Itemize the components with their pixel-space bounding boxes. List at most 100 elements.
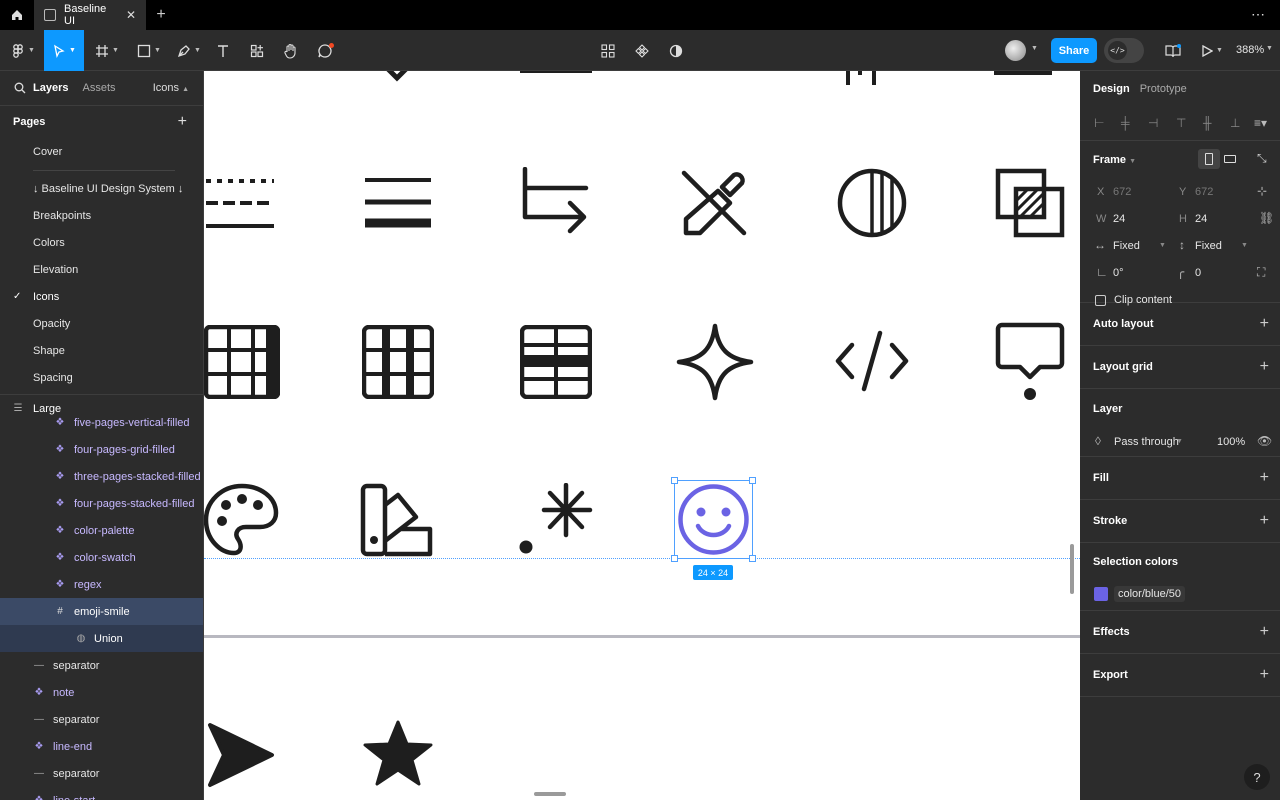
pencil-off-icon[interactable]: [678, 167, 750, 239]
add-stroke-icon[interactable]: +: [1260, 512, 1269, 530]
sparkle-icon[interactable]: [676, 323, 754, 401]
layer-item[interactable]: — separator: [0, 760, 203, 787]
share-button[interactable]: Share: [1051, 38, 1097, 63]
partial-table-icon[interactable]: [844, 71, 878, 87]
close-tab-icon[interactable]: ✕: [126, 8, 136, 22]
circle-half-stripes-icon[interactable]: [836, 167, 908, 239]
width-input[interactable]: 24: [1113, 213, 1125, 225]
menu-lines-icon[interactable]: [362, 168, 434, 232]
align-vertical-center-icon[interactable]: ╫: [1203, 116, 1212, 130]
partial-device-icon[interactable]: [988, 71, 1058, 81]
layers-overlap-icon[interactable]: [994, 167, 1066, 239]
color-style-name[interactable]: color/blue/50: [1114, 586, 1185, 602]
resize-handle[interactable]: [749, 555, 756, 562]
new-tab-button[interactable]: +: [146, 6, 176, 24]
align-bottom-icon[interactable]: ⊥: [1230, 116, 1240, 130]
home-button[interactable]: [0, 0, 34, 30]
constrain-proportions-icon[interactable]: ⛓: [1259, 211, 1274, 225]
more-options-icon[interactable]: ⋯: [1251, 6, 1266, 23]
align-right-icon[interactable]: ⊣: [1148, 116, 1158, 130]
code-brackets-icon[interactable]: [834, 329, 910, 393]
search-icon[interactable]: [14, 82, 26, 94]
layer-item[interactable]: — separator: [0, 652, 203, 679]
align-horizontal-center-icon[interactable]: ╪: [1121, 116, 1130, 130]
zoom-chevron-down-icon[interactable]: ▼: [1266, 45, 1273, 52]
arrow-return-right-icon[interactable]: [520, 167, 592, 241]
vertical-sizing-dropdown[interactable]: Fixed: [1195, 240, 1222, 252]
text-tool-button[interactable]: [212, 30, 234, 71]
layer-item[interactable]: ❖ four-pages-stacked-filled: [0, 490, 203, 517]
x-input[interactable]: 672: [1113, 186, 1131, 198]
resize-handle[interactable]: [671, 477, 678, 484]
selection-box[interactable]: [671, 477, 756, 562]
pen-tool-button[interactable]: ▼: [174, 30, 204, 71]
separator-dashed-icon[interactable]: [204, 168, 276, 232]
add-layout-grid-icon[interactable]: +: [1260, 358, 1269, 376]
move-tool-button[interactable]: ▼: [44, 30, 84, 71]
line-end-arrow-icon[interactable]: [204, 719, 276, 791]
page-item-breakpoints[interactable]: Breakpoints: [0, 202, 203, 229]
library-button[interactable]: [1162, 30, 1184, 71]
align-top-icon[interactable]: ⊤: [1176, 116, 1186, 130]
create-component-button[interactable]: [598, 30, 618, 71]
resize-to-fit-icon[interactable]: ⤡: [1257, 151, 1267, 166]
zoom-level[interactable]: 388%: [1236, 44, 1264, 56]
diamond-arrow-icon[interactable]: [382, 71, 412, 87]
page-item-shape[interactable]: Shape: [0, 337, 203, 364]
layer-item[interactable]: ❖ four-pages-grid-filled: [0, 436, 203, 463]
absolute-position-icon[interactable]: ⊹: [1257, 184, 1267, 198]
page-item-icons[interactable]: ✓ Icons: [0, 283, 203, 310]
color-swatch[interactable]: [1094, 587, 1108, 601]
grid-columns-filled-icon[interactable]: [362, 325, 434, 399]
page-item-cover[interactable]: Cover: [0, 138, 203, 165]
table-rows-filled-icon[interactable]: [520, 325, 592, 399]
y-input[interactable]: 672: [1195, 186, 1213, 198]
page-item-colors[interactable]: Colors: [0, 229, 203, 256]
layer-item[interactable]: ❖ line-start: [0, 787, 203, 800]
opacity-input[interactable]: 100%: [1217, 436, 1245, 448]
frame-tool-button[interactable]: ▼: [92, 30, 122, 71]
page-item-design-system[interactable]: ↓ Baseline UI Design System ↓: [0, 175, 203, 202]
star-filled-icon[interactable]: [362, 719, 434, 789]
page-item-opacity[interactable]: Opacity: [0, 310, 203, 337]
layer-item[interactable]: ❖ regex: [0, 571, 203, 598]
color-swatch-icon[interactable]: [360, 483, 434, 557]
height-input[interactable]: 24: [1195, 213, 1207, 225]
distribute-icon[interactable]: ≡▾: [1254, 116, 1267, 130]
note-comment-icon[interactable]: [994, 321, 1066, 403]
page-item-elevation[interactable]: Elevation: [0, 256, 203, 283]
horizontal-sizing-dropdown[interactable]: Fixed: [1113, 240, 1140, 252]
landscape-icon[interactable]: [1224, 155, 1236, 163]
layer-item[interactable]: ❖ three-pages-stacked-filled: [0, 463, 203, 490]
avatar-chevron-down-icon[interactable]: ▼: [1031, 45, 1038, 52]
shape-tool-button[interactable]: ▼: [134, 30, 164, 71]
main-menu-button[interactable]: ▼: [6, 30, 40, 71]
user-avatar[interactable]: [1005, 40, 1026, 61]
help-button[interactable]: ?: [1244, 764, 1270, 790]
corner-radius-input[interactable]: 0: [1195, 267, 1201, 279]
tab-prototype[interactable]: Prototype: [1140, 83, 1187, 95]
vertical-scrollbar[interactable]: [1070, 544, 1074, 594]
horizontal-scrollbar[interactable]: [534, 792, 566, 796]
tab-assets[interactable]: Assets: [82, 82, 115, 94]
page-item-spacing[interactable]: Spacing: [0, 364, 203, 391]
rotation-input[interactable]: 0°: [1113, 267, 1124, 279]
eye-icon[interactable]: 👁: [1257, 434, 1272, 448]
layer-item[interactable]: ❖ color-palette: [0, 517, 203, 544]
layer-item[interactable]: — separator: [0, 706, 203, 733]
layer-item[interactable]: ❖ color-swatch: [0, 544, 203, 571]
partial-line-icon[interactable]: [520, 71, 592, 73]
regex-icon[interactable]: [516, 483, 594, 557]
add-effect-icon[interactable]: +: [1260, 623, 1269, 641]
layer-item[interactable]: ❖ note: [0, 679, 203, 706]
resize-handle[interactable]: [671, 555, 678, 562]
layer-item-selected[interactable]: # emoji-smile: [0, 598, 203, 625]
dev-mode-toggle[interactable]: </>: [1104, 38, 1144, 63]
component-button[interactable]: [632, 30, 652, 71]
add-page-icon[interactable]: +: [178, 113, 187, 131]
file-tab[interactable]: Baseline UI ✕: [34, 0, 146, 30]
align-left-icon[interactable]: ⊢: [1094, 116, 1104, 130]
color-palette-icon[interactable]: [204, 483, 280, 557]
independent-corners-icon[interactable]: ⛶: [1257, 265, 1265, 280]
add-auto-layout-icon[interactable]: +: [1260, 315, 1269, 333]
